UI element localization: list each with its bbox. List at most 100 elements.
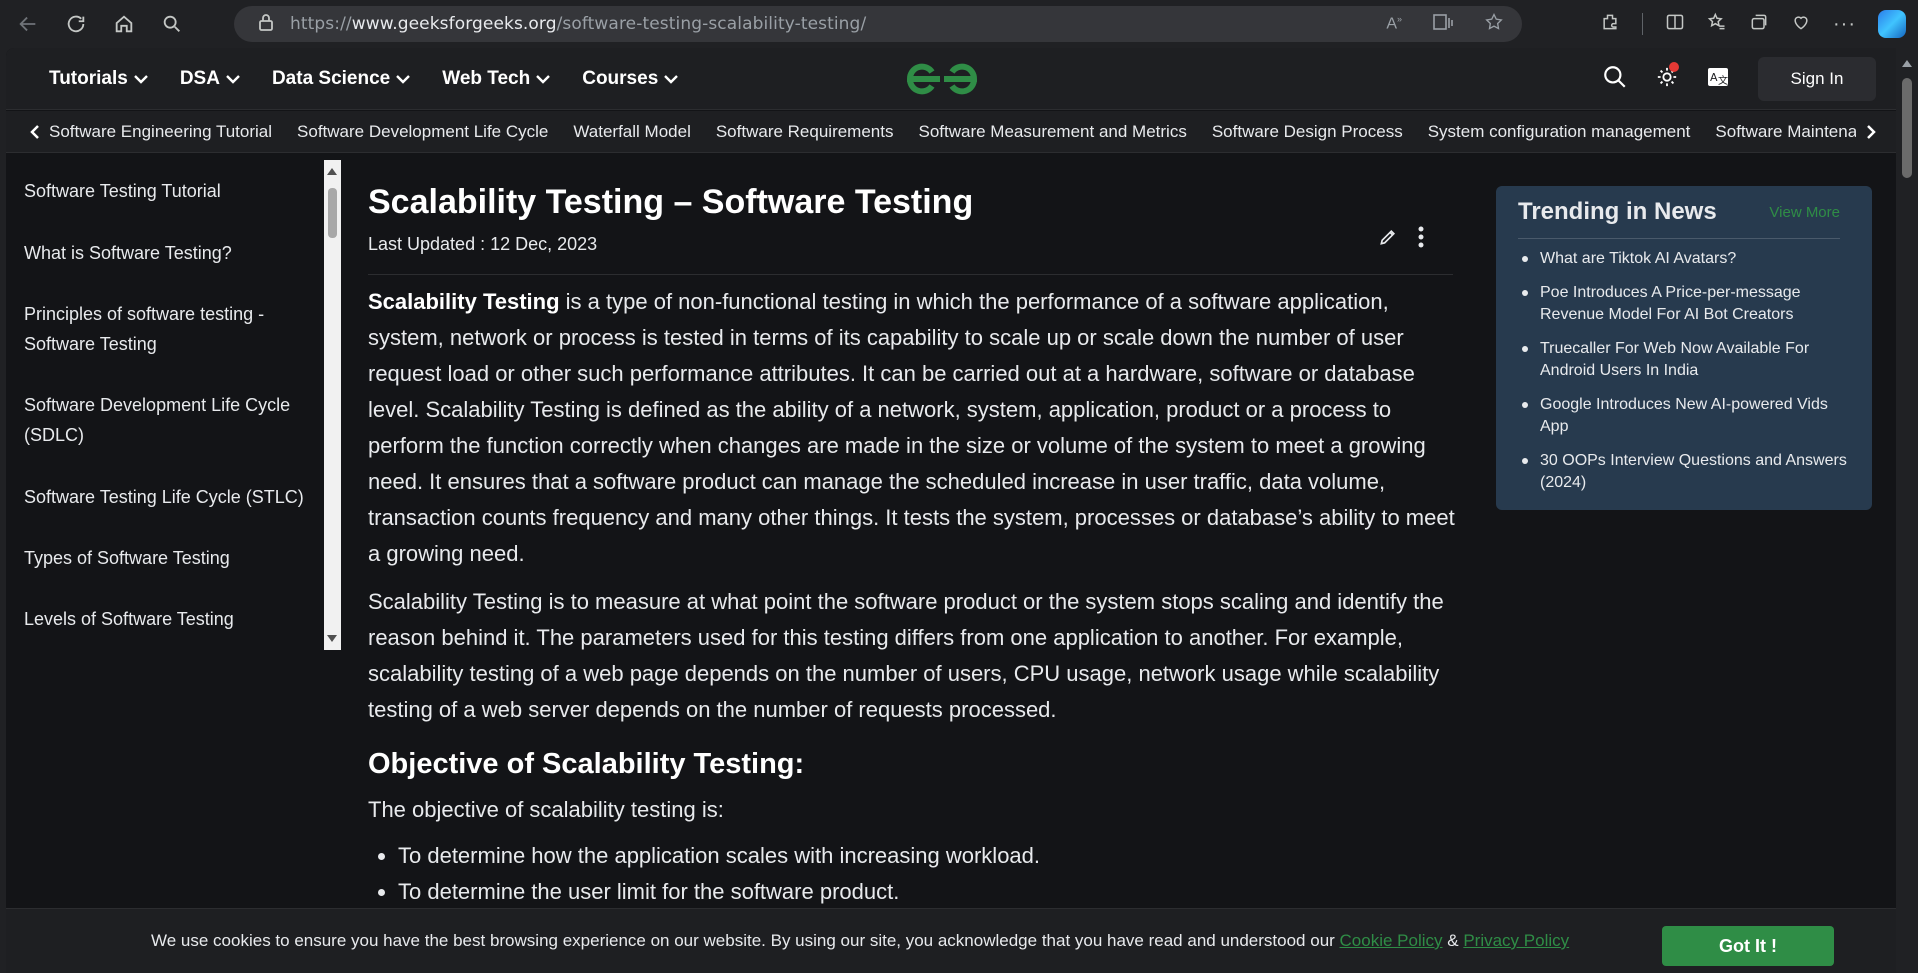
header-actions: A文 Sign In	[1602, 48, 1876, 110]
subnav-scroll-right-icon[interactable]	[1856, 111, 1886, 152]
sidebar-item[interactable]: Levels of Software Testing	[24, 604, 234, 634]
copilot-icon[interactable]	[1878, 10, 1906, 38]
subnav-items: Software Engineering Tutorial Software D…	[49, 111, 1885, 152]
more-options-icon[interactable]: ···	[1833, 13, 1856, 36]
list-item: To determine how the application scales …	[368, 838, 1040, 874]
notification-dot	[1669, 62, 1679, 72]
sidebar-item[interactable]: What is Software Testing?	[24, 238, 232, 268]
browser-toolbar: https://www.geeksforgeeks.org/software-t…	[0, 0, 1918, 48]
subnav-item[interactable]: Software Engineering Tutorial	[49, 122, 272, 142]
trending-item[interactable]: What are Tiktok AI Avatars?	[1518, 248, 1848, 270]
more-vertical-icon[interactable]	[1418, 226, 1424, 253]
scrollbar-thumb[interactable]	[328, 188, 337, 238]
sign-in-button[interactable]: Sign In	[1758, 57, 1876, 101]
main-menu: Tutorials DSA Data Science Web Tech Cour…	[49, 48, 679, 110]
split-screen-icon[interactable]	[1665, 12, 1685, 37]
objective-list: To determine how the application scales …	[368, 838, 1040, 910]
trending-item[interactable]: Google Introduces New AI-powered Vids Ap…	[1518, 394, 1848, 438]
search-icon[interactable]	[152, 4, 192, 44]
subnav-item[interactable]: System configuration management	[1428, 122, 1691, 142]
menu-web-tech[interactable]: Web Tech	[442, 68, 551, 90]
extensions-icon[interactable]	[1600, 12, 1620, 37]
trending-item[interactable]: 30 OOPs Interview Questions and Answers …	[1518, 450, 1848, 494]
sidebar-item[interactable]: Software Development Life Cycle (SDLC)	[24, 390, 314, 450]
trending-item[interactable]: Poe Introduces A Price-per-message Reven…	[1518, 282, 1848, 326]
scroll-up-icon[interactable]	[327, 168, 337, 175]
lock-icon[interactable]	[258, 13, 274, 36]
title-divider	[368, 274, 1453, 275]
cookie-banner: We use cookies to ensure you have the be…	[6, 908, 1896, 973]
trending-news-panel: Trending in News View More What are Tikt…	[1496, 186, 1872, 510]
search-icon[interactable]	[1602, 64, 1628, 95]
menu-data-science[interactable]: Data Science	[271, 68, 411, 90]
svg-text:A: A	[1710, 71, 1718, 84]
chevron-down-icon	[536, 74, 551, 84]
privacy-policy-link[interactable]: Privacy Policy	[1463, 931, 1569, 950]
address-bar[interactable]: https://www.geeksforgeeks.org/software-t…	[234, 6, 1522, 42]
ampersand: &	[1442, 931, 1464, 950]
browser-essentials-icon[interactable]	[1791, 12, 1811, 37]
chevron-down-icon	[664, 74, 679, 84]
cookie-policy-link[interactable]: Cookie Policy	[1340, 931, 1443, 950]
menu-courses[interactable]: Courses	[582, 68, 679, 90]
subnav-item[interactable]: Software Measurement and Metrics	[918, 122, 1186, 142]
refresh-icon[interactable]	[56, 4, 96, 44]
sidebar-item[interactable]: Software Testing Life Cycle (STLC)	[24, 482, 304, 512]
scroll-down-icon[interactable]	[327, 635, 337, 642]
favorites-icon[interactable]	[1707, 12, 1727, 37]
toolbar-separator	[1642, 13, 1644, 35]
bold-term: Scalability Testing	[368, 289, 560, 314]
back-icon[interactable]	[8, 4, 48, 44]
sidebar-scrollbar[interactable]	[324, 160, 341, 650]
immersive-reader-icon[interactable]	[1432, 12, 1454, 37]
paragraph-text: is a type of non-functional testing in w…	[368, 289, 1455, 566]
translate-icon[interactable]: A文	[1706, 65, 1730, 94]
read-aloud-icon[interactable]: A»	[1386, 14, 1402, 33]
scrollbar-thumb[interactable]	[1902, 78, 1912, 178]
cookie-message: We use cookies to ensure you have the be…	[151, 931, 1569, 951]
subnav-scroll-left-icon[interactable]	[20, 111, 50, 152]
subnav-item[interactable]: Software Requirements	[716, 122, 894, 142]
subnav-item[interactable]: Software Design Process	[1212, 122, 1403, 142]
edit-pencil-icon[interactable]	[1378, 227, 1398, 252]
trending-item[interactable]: Truecaller For Web Now Available For And…	[1518, 338, 1848, 382]
menu-label: DSA	[179, 68, 220, 89]
subnav-item[interactable]: Software Development Life Cycle	[297, 122, 548, 142]
sidebar-item[interactable]: Software Testing Tutorial	[24, 176, 221, 206]
menu-label: Data Science	[271, 68, 391, 89]
article-actions	[1378, 226, 1424, 253]
web-page: Tutorials DSA Data Science Web Tech Cour…	[6, 48, 1896, 973]
menu-tutorials[interactable]: Tutorials	[49, 68, 148, 90]
menu-dsa[interactable]: DSA	[180, 68, 240, 90]
gfg-logo[interactable]	[904, 61, 980, 102]
scroll-up-icon[interactable]	[1902, 60, 1912, 67]
subnav-item[interactable]: Waterfall Model	[573, 122, 690, 142]
sidebar-item[interactable]: Principles of software testing - Softwar…	[24, 299, 304, 359]
menu-label: Courses	[582, 68, 659, 89]
trending-list: What are Tiktok AI Avatars? Poe Introduc…	[1518, 248, 1848, 506]
favorite-star-icon[interactable]	[1484, 12, 1504, 37]
view-more-link[interactable]: View More	[1769, 204, 1840, 221]
site-header: Tutorials DSA Data Science Web Tech Cour…	[6, 48, 1896, 110]
got-it-button[interactable]: Got It !	[1662, 926, 1834, 966]
chevron-down-icon	[396, 74, 411, 84]
chevron-down-icon	[133, 74, 148, 84]
chevron-down-icon	[226, 74, 240, 84]
objective-intro: The objective of scalability testing is:	[368, 797, 724, 822]
url-text[interactable]: https://www.geeksforgeeks.org/software-t…	[290, 14, 866, 34]
collections-icon[interactable]	[1749, 12, 1769, 37]
menu-label: Web Tech	[442, 68, 531, 89]
section-heading: Objective of Scalability Testing:	[368, 748, 805, 780]
svg-text:文: 文	[1718, 74, 1728, 87]
sidebar: Software Testing Tutorial What is Softwa…	[6, 160, 340, 650]
list-item: To determine the user limit for the soft…	[368, 874, 1040, 910]
topic-subnav: Software Engineering Tutorial Software D…	[6, 111, 1896, 153]
article-header: Scalability Testing – Software Testing L…	[368, 180, 1453, 255]
page-scrollbar[interactable]	[1896, 48, 1918, 973]
sidebar-item[interactable]: Types of Software Testing	[24, 543, 230, 573]
article-paragraph: Scalability Testing is to measure at wha…	[368, 589, 1444, 722]
trending-title: Trending in News	[1518, 198, 1717, 225]
home-icon[interactable]	[104, 4, 144, 44]
trending-divider	[1518, 238, 1840, 239]
browser-actions: ···	[1600, 0, 1918, 48]
